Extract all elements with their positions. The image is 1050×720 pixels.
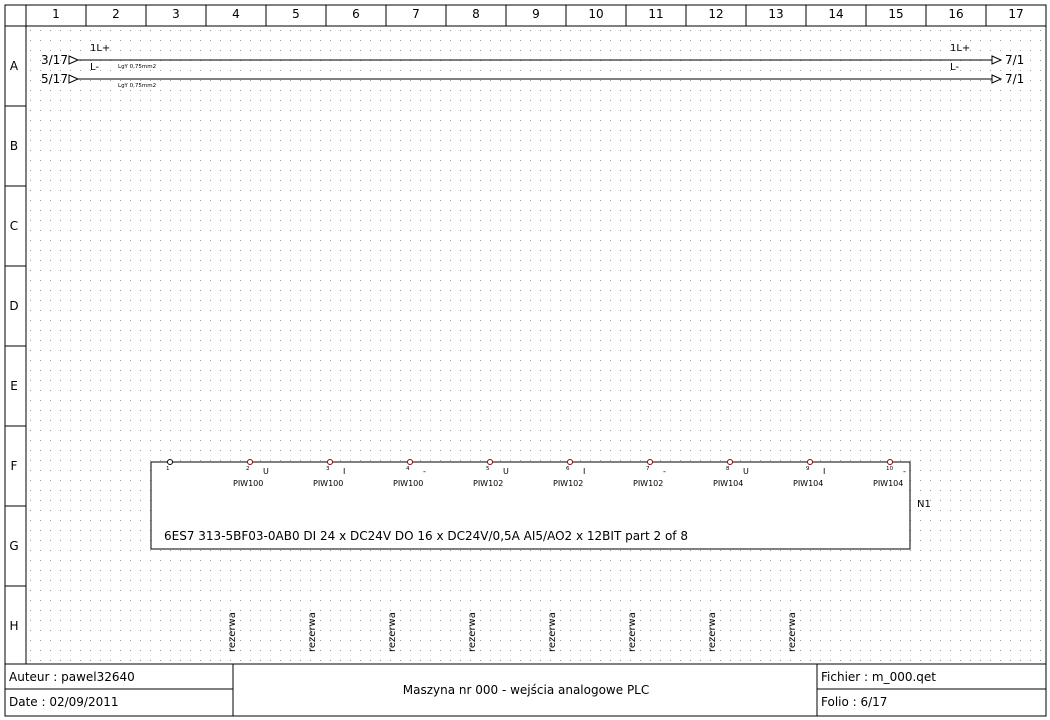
pin-address: PIW102	[473, 479, 504, 488]
wire-potential-label-left: L-	[90, 62, 100, 73]
pin-address: PIW104	[713, 479, 744, 488]
schematic-sheet	[4, 4, 1047, 717]
pin-signal-type: -	[903, 467, 906, 476]
column-number: 13	[768, 7, 784, 21]
column-number: 5	[292, 7, 300, 21]
pin-signal-type: -	[423, 467, 426, 476]
row-letter: C	[9, 219, 19, 233]
reserve-label: rezerwa	[707, 612, 718, 652]
wire-target-ref: 7/1	[1005, 53, 1025, 67]
module-pin	[167, 459, 173, 465]
file-field: Fichier : m_000.qet	[821, 670, 937, 684]
pin-number: 7	[646, 466, 650, 472]
module-pin	[247, 459, 253, 465]
pin-signal-type: I	[343, 467, 346, 476]
column-number: 6	[352, 7, 360, 21]
column-number: 4	[232, 7, 240, 21]
column-number: 1	[52, 7, 60, 21]
cable-note: LgY 0,75mm2	[118, 64, 157, 70]
column-number: 3	[172, 7, 180, 21]
reserve-label: rezerwa	[467, 612, 478, 652]
pin-address: PIW104	[793, 479, 824, 488]
module-pin	[807, 459, 813, 465]
pin-signal-type: U	[743, 467, 749, 476]
column-number: 17	[1008, 7, 1024, 21]
pin-address: PIW100	[393, 479, 424, 488]
column-number: 15	[888, 7, 904, 21]
reserve-label: rezerwa	[387, 612, 398, 652]
column-number: 9	[532, 7, 540, 21]
row-letter: D	[9, 299, 19, 313]
pin-number: 6	[566, 466, 570, 472]
wire-source-ref: 5/17	[41, 72, 68, 86]
cable-note: LgY 0,75mm2	[118, 83, 157, 89]
module-designation: N1	[917, 499, 931, 510]
author-field: Auteur : pawel32640	[9, 670, 135, 684]
pin-signal-type: I	[823, 467, 826, 476]
module-pin	[887, 459, 893, 465]
pin-address: PIW100	[313, 479, 344, 488]
pin-number: 1	[166, 466, 170, 472]
wire-potential-label-right: L-	[950, 62, 960, 73]
row-letter: E	[10, 379, 18, 393]
pin-number: 9	[806, 466, 810, 472]
pin-address: PIW102	[553, 479, 584, 488]
column-number: 7	[412, 7, 420, 21]
row-letter: A	[9, 59, 19, 73]
pin-number: 3	[326, 466, 330, 472]
column-number: 2	[112, 7, 120, 21]
column-number: 8	[472, 7, 480, 21]
pin-address: PIW100	[233, 479, 264, 488]
reserve-label: rezerwa	[307, 612, 318, 652]
module-pin	[407, 459, 413, 465]
pin-number: 10	[886, 466, 893, 472]
column-number: 10	[588, 7, 604, 21]
row-letter: H	[9, 619, 19, 633]
column-number: 11	[648, 7, 664, 21]
pin-signal-type: -	[663, 467, 666, 476]
row-letter: G	[9, 539, 19, 553]
date-field: Date : 02/09/2011	[9, 695, 119, 709]
column-number: 16	[948, 7, 964, 21]
module-pin	[487, 459, 493, 465]
reserve-label: rezerwa	[547, 612, 558, 652]
pin-address: PIW102	[633, 479, 664, 488]
row-letter: B	[9, 139, 19, 153]
module-pin	[727, 459, 733, 465]
pin-number: 5	[486, 466, 490, 472]
drawing-title: Maszyna nr 000 - wejścia analogowe PLC	[402, 683, 650, 697]
column-number: 12	[708, 7, 724, 21]
module-pin	[647, 459, 653, 465]
pin-signal-type: I	[583, 467, 586, 476]
reserve-label: rezerwa	[227, 612, 238, 652]
folio-field: Folio : 6/17	[821, 695, 888, 709]
row-letter: F	[10, 459, 18, 473]
reserve-label: rezerwa	[787, 612, 798, 652]
pin-address: PIW104	[873, 479, 904, 488]
dot-grid	[26, 26, 1046, 664]
module-pin	[327, 459, 333, 465]
wire-source-ref: 3/17	[41, 53, 68, 67]
pin-signal-type: U	[503, 467, 509, 476]
wire-target-ref: 7/1	[1005, 72, 1025, 86]
wire-potential-label-right: 1L+	[950, 43, 971, 54]
pin-number: 8	[726, 466, 730, 472]
pin-number: 4	[406, 466, 410, 472]
reserve-label: rezerwa	[627, 612, 638, 652]
pin-number: 2	[246, 466, 250, 472]
column-number: 14	[828, 7, 844, 21]
module-pin	[567, 459, 573, 465]
wire-potential-label-left: 1L+	[90, 43, 111, 54]
pin-signal-type: U	[263, 467, 269, 476]
module-description: 6ES7 313-5BF03-0AB0 DI 24 x DC24V DO 16 …	[164, 529, 688, 543]
